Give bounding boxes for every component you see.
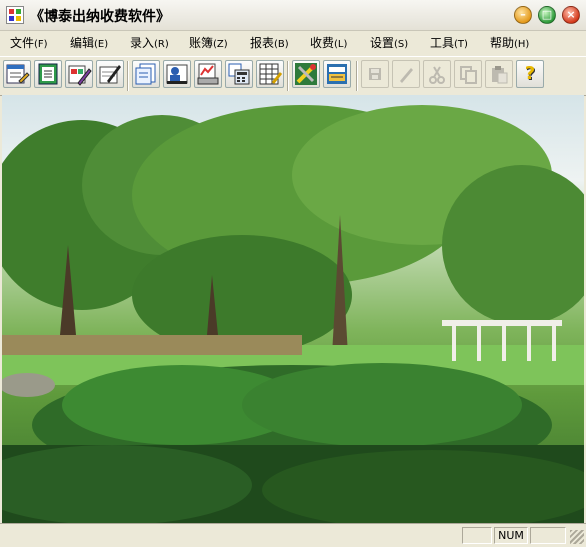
window-title: 《博泰出纳收费软件》 <box>30 9 170 25</box>
form-pen-icon <box>99 65 121 84</box>
status-bar: NUM <box>0 523 586 547</box>
menu-entry[interactable]: 录入(R) <box>130 34 169 51</box>
menu-entry-label: 录入 <box>130 36 155 50</box>
menu-settings-key: (S) <box>394 39 409 50</box>
account-button[interactable] <box>163 60 191 88</box>
menu-settings[interactable]: 设置(S) <box>370 34 408 51</box>
edit-button[interactable] <box>392 60 420 88</box>
menu-charge[interactable]: 收费(L) <box>310 34 347 51</box>
toolbar: ? <box>0 56 586 96</box>
copy-button[interactable] <box>454 60 482 88</box>
tools-button[interactable] <box>292 60 320 88</box>
printer-chart-icon <box>197 63 219 85</box>
menu-edit[interactable]: 编辑(E) <box>70 34 108 51</box>
calculator-button[interactable] <box>225 60 253 88</box>
print-button[interactable] <box>194 60 222 88</box>
user-card-icon <box>166 64 188 84</box>
edit-document-button[interactable] <box>65 60 93 88</box>
copy-icon <box>460 66 477 84</box>
new-voucher-button[interactable] <box>3 60 31 88</box>
menu-entry-key: (R) <box>154 39 169 50</box>
voucher-icon <box>6 64 30 84</box>
help-icon: ? <box>524 63 536 84</box>
menu-bar: 文件(F) 编辑(E) 录入(R) 账簿(Z) 报表(B) 收费(L) 设置(S… <box>0 31 586 53</box>
tools-entry-button[interactable] <box>96 60 124 88</box>
cut-button[interactable] <box>423 60 451 88</box>
maximize-button[interactable]: □ <box>538 6 556 24</box>
cut-icon <box>429 66 445 84</box>
pencil-icon <box>400 68 413 83</box>
ledger-entry-button[interactable] <box>34 60 62 88</box>
resize-grip[interactable] <box>570 530 584 544</box>
tools-icon <box>295 63 317 85</box>
paste-button[interactable] <box>485 60 513 88</box>
background-photo <box>2 95 584 523</box>
status-pane-right <box>530 527 566 544</box>
title-bar[interactable]: 《博泰出纳收费软件》 – □ × <box>0 0 586 31</box>
menu-help-label: 帮助 <box>490 36 515 50</box>
app-icon <box>6 6 24 24</box>
menu-ledger-key: (Z) <box>213 39 228 50</box>
ledger-icon <box>38 63 58 85</box>
spreadsheet-button[interactable] <box>256 60 284 88</box>
minimize-button[interactable]: – <box>514 6 532 24</box>
document-search-icon <box>135 63 156 85</box>
menu-charge-label: 收费 <box>310 36 335 50</box>
app-window: 《博泰出纳收费软件》 – □ × 文件(F) 编辑(E) 录入(R) 账簿(Z)… <box>0 0 586 547</box>
menu-ledger[interactable]: 账簿(Z) <box>189 34 228 51</box>
menu-help-key: (H) <box>514 39 530 50</box>
paste-icon <box>492 66 508 84</box>
menu-file-label: 文件 <box>10 36 35 50</box>
query-button[interactable] <box>132 60 160 88</box>
toolbar-separator <box>287 61 289 91</box>
menu-edit-label: 编辑 <box>70 36 95 50</box>
calculator-icon <box>228 63 250 85</box>
menu-file-key: (F) <box>34 39 48 50</box>
menu-tools-label: 工具 <box>430 36 455 50</box>
menu-tools[interactable]: 工具(T) <box>430 34 468 51</box>
book-icon <box>327 64 347 84</box>
document-edit-icon <box>68 65 92 86</box>
menu-file[interactable]: 文件(F) <box>10 34 48 51</box>
num-lock-indicator: NUM <box>494 527 528 544</box>
menu-report-label: 报表 <box>250 36 275 50</box>
toolbar-separator <box>356 61 358 91</box>
menu-edit-key: (E) <box>94 39 109 50</box>
menu-report-key: (B) <box>274 39 289 50</box>
close-button[interactable]: × <box>562 6 580 24</box>
menu-settings-label: 设置 <box>370 36 395 50</box>
spreadsheet-icon <box>259 63 283 85</box>
save-icon <box>369 68 381 80</box>
menu-report[interactable]: 报表(B) <box>250 34 289 51</box>
menu-charge-key: (L) <box>334 39 348 50</box>
save-button[interactable] <box>361 60 389 88</box>
menu-tools-key: (T) <box>454 39 468 50</box>
menu-help[interactable]: 帮助(H) <box>490 34 529 51</box>
park-scene-image <box>2 105 584 523</box>
help-button[interactable]: ? <box>516 60 544 88</box>
status-pane-left <box>462 527 492 544</box>
menu-ledger-label: 账簿 <box>189 36 214 50</box>
toolbar-separator <box>127 61 129 91</box>
dictionary-button[interactable] <box>323 60 351 88</box>
